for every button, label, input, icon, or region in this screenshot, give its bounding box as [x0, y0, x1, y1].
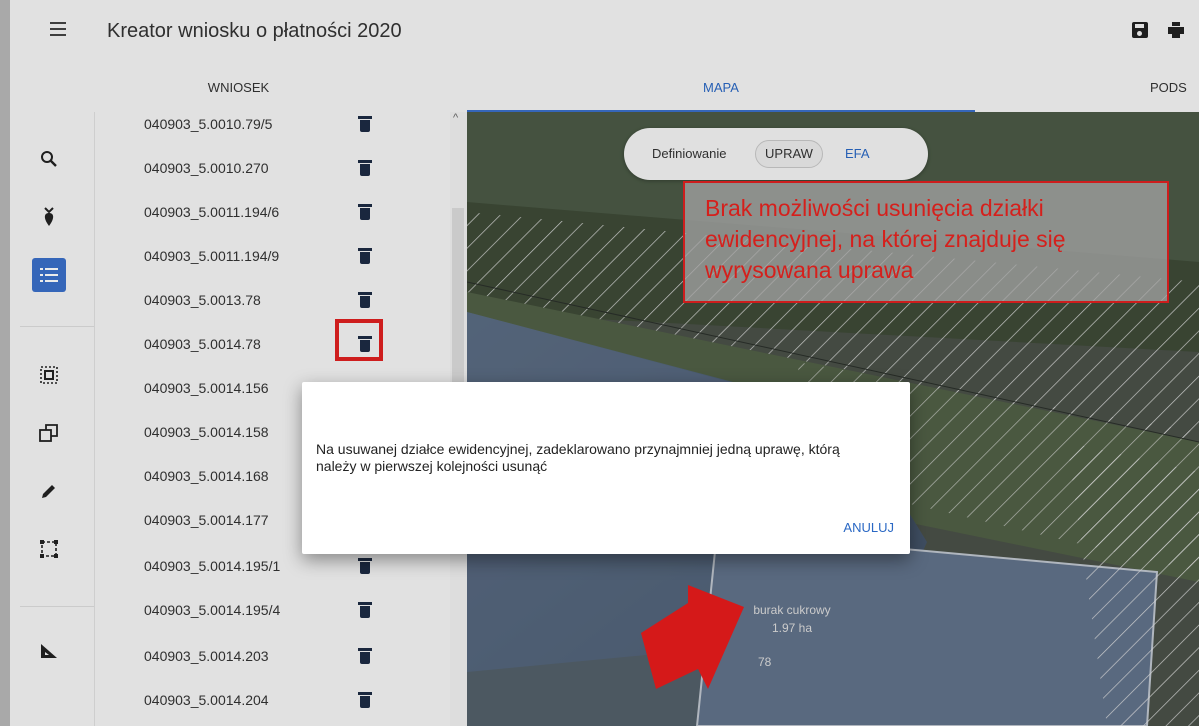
app-window: Kreator wniosku o płatności 2020 WNIOSEK… — [0, 0, 1199, 726]
modal-overlay — [0, 0, 1199, 726]
dialog-message: Na usuwanej działce ewidencyjnej, zadekl… — [316, 441, 840, 474]
warning-dialog: Na usuwanej działce ewidencyjnej, zadekl… — [302, 382, 910, 554]
cancel-button[interactable]: ANULUJ — [843, 520, 894, 535]
